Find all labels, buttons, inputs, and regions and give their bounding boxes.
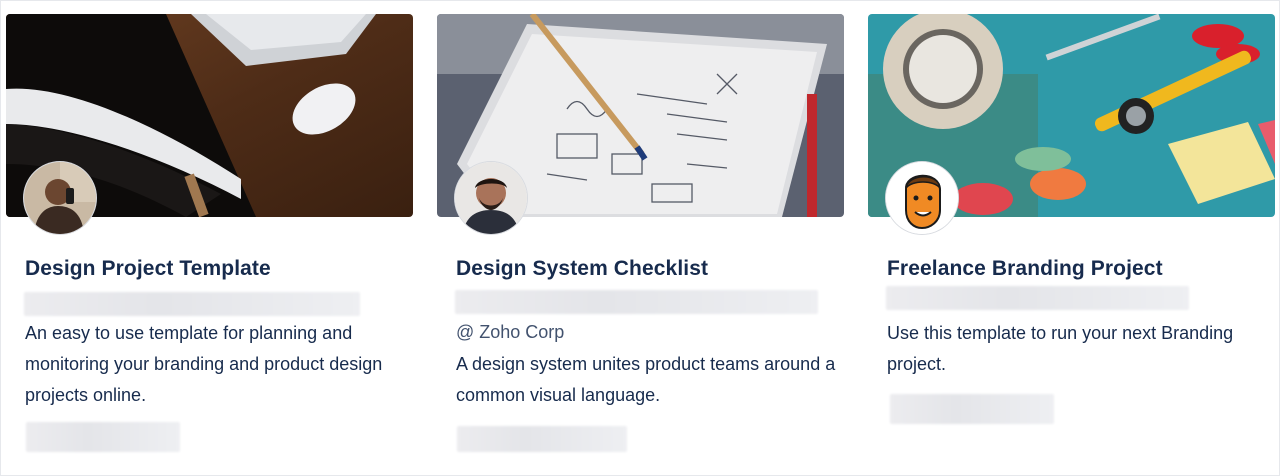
- template-title[interactable]: Design Project Template: [25, 257, 271, 281]
- template-card-freelance-branding[interactable]: Freelance Branding Project Use this temp…: [868, 14, 1275, 464]
- template-description: An easy to use template for planning and…: [25, 323, 383, 405]
- template-description: Use this template to run your next Brand…: [887, 323, 1234, 374]
- redacted-author-line: [24, 292, 360, 316]
- redacted-meta-line: [890, 394, 1054, 424]
- redacted-author-line: [455, 290, 818, 314]
- redacted-author-line: [886, 286, 1189, 310]
- company-name: @ Zoho Corp: [456, 322, 565, 342]
- redacted-meta-line: [26, 422, 180, 452]
- smiling-man-avatar-icon: [455, 162, 527, 234]
- template-card-design-system[interactable]: Design System Checklist @ Zoho Corp A de…: [437, 14, 844, 464]
- author-avatar[interactable]: [455, 162, 527, 234]
- template-title[interactable]: Freelance Branding Project: [887, 257, 1163, 281]
- template-gallery: Design Project Template An easy to use t…: [0, 0, 1280, 476]
- template-description: A design system unites product teams aro…: [456, 354, 836, 405]
- redacted-meta-line: [457, 426, 627, 452]
- author-avatar[interactable]: [886, 162, 958, 234]
- template-title[interactable]: Design System Checklist: [456, 257, 708, 281]
- man-on-phone-avatar-icon: [24, 162, 96, 234]
- cartoon-face-avatar-icon: [886, 162, 958, 234]
- template-card-design-project[interactable]: Design Project Template An easy to use t…: [6, 14, 413, 464]
- author-avatar[interactable]: [24, 162, 96, 234]
